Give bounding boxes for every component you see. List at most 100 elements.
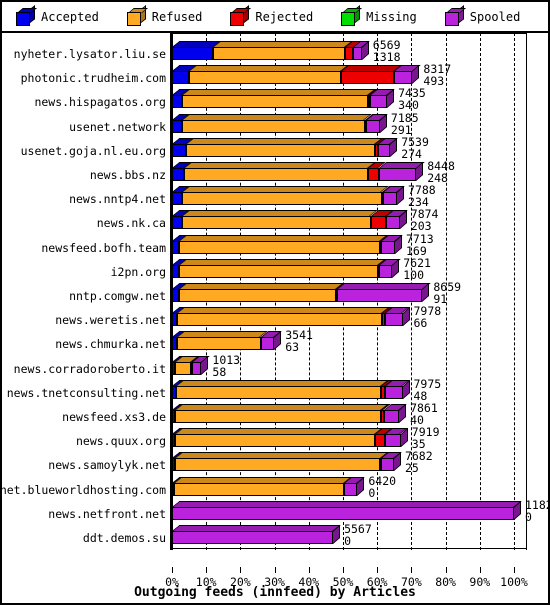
bar-row: 7874 203: [170, 208, 548, 232]
bar-segment-refused: [175, 434, 376, 448]
plot-bottom-rule: [172, 548, 526, 549]
bar-segment-spooled: [336, 289, 423, 302]
x-tick-mark: [206, 567, 208, 573]
y-axis-label: news.hispagatos.org: [34, 95, 166, 110]
bar-value-secondary: 58: [212, 364, 227, 379]
legend-item-missing: Missing: [341, 4, 417, 26]
cube-icon: [126, 4, 148, 26]
bar-segment-spooled: [172, 531, 334, 544]
y-axis-label: newsfeed.bofh.team: [41, 240, 166, 255]
y-axis-label: news.bbs.nz: [89, 168, 166, 182]
bar-segment-refused: [177, 337, 261, 351]
bar-segment-rejected: [368, 168, 379, 181]
bar-row: 7978 66: [170, 305, 548, 329]
y-axis-labels: nyheter.lysator.liu.se photonic.trudheim.…: [2, 33, 170, 567]
bar-value-secondary: 48: [413, 388, 428, 403]
bar-value-total: 7539: [401, 134, 429, 149]
bar-value-secondary: 169: [405, 243, 427, 258]
bar-segment-refused: [182, 216, 371, 230]
bar-value-total: 7621: [403, 255, 431, 270]
legend-label: Refused: [151, 9, 203, 24]
bar-segment-accepted: [172, 95, 183, 109]
bar-segment-accepted: [172, 289, 179, 302]
bar-segment-refused: [182, 95, 369, 109]
bar-value-total: 7185: [390, 110, 419, 125]
bar-segment-spooled: [344, 482, 358, 496]
bar-value-secondary: 25: [404, 461, 419, 476]
bar-value-total: 6420: [368, 473, 397, 488]
bar-segment-refused: [183, 168, 369, 181]
legend-item-rejected: Rejected: [230, 4, 313, 26]
bar-value-secondary: 291: [390, 122, 412, 137]
bar-row: 1013 58: [170, 354, 548, 379]
cube-icon: [341, 4, 363, 26]
legend-label: Accepted: [41, 9, 99, 24]
bar-segment-accepted: [172, 240, 179, 254]
bar-segment-refused: [175, 361, 192, 375]
bar-value-secondary: 100: [403, 267, 425, 282]
bar-segment-spooled: [380, 458, 394, 472]
bar-segment-spooled: [380, 240, 395, 254]
bar-end-cap: [274, 331, 282, 351]
y-axis-label: i2pn.org: [110, 264, 166, 279]
y-axis-label: usenet.blueworldhosting.com: [0, 482, 166, 497]
y-axis-label: photonic.trudheim.com: [20, 71, 166, 86]
bar-value-secondary: 493: [423, 74, 445, 89]
bar-segment-refused: [174, 458, 381, 472]
bar-value-secondary: 0: [525, 509, 532, 524]
bar-segment-refused: [176, 385, 382, 399]
x-tick-mark: [308, 567, 310, 573]
bar-value-secondary: 248: [427, 171, 448, 185]
bar-segment-accepted: [172, 119, 183, 133]
bar-segment-refused: [185, 143, 375, 157]
x-tick-mark: [411, 567, 413, 573]
y-axis-label: news.corradoroberto.it: [13, 361, 166, 376]
bar-segment-accepted: [172, 192, 183, 206]
bar-row: 7861 40: [170, 402, 548, 427]
bar-segment-refused: [178, 289, 337, 302]
chart-container: Accepted Refused Rejected Missing Spooled ny…: [0, 0, 550, 605]
bar-segment-spooled: [385, 313, 403, 327]
bar-segment-rejected: [344, 47, 354, 60]
bar-value-secondary: 274: [401, 146, 422, 161]
bar-segment-spooled: [393, 71, 413, 85]
bar-segment-spooled: [353, 47, 362, 60]
cube-icon: [230, 4, 252, 26]
bar-row: 5567 0: [170, 523, 548, 548]
bar-value-secondary: 40: [410, 413, 424, 427]
y-axis-label: nntp.comgw.net: [69, 289, 166, 303]
bar-value-secondary: 63: [285, 340, 300, 355]
bar-row: 7919 35: [170, 426, 548, 452]
bar-segment-spooled: [378, 143, 391, 157]
bar-value-total: 7713: [405, 231, 434, 246]
bar-end-cap: [387, 89, 395, 109]
bar-segment-refused: [177, 313, 382, 327]
legend-label: Spooled: [469, 9, 521, 24]
bar-value-secondary: 234: [408, 195, 429, 210]
y-axis-label: nyheter.lysator.liu.se: [13, 47, 166, 61]
bar-value-secondary: 0: [368, 485, 376, 500]
bar-value-secondary: 0: [344, 534, 352, 548]
bar-segment-accepted: [172, 168, 184, 181]
bar-segment-spooled: [370, 95, 388, 109]
y-axis-label: news.nntp4.net: [69, 192, 166, 207]
bar-segment-rejected: [340, 71, 394, 85]
y-axis-label: usenet.goja.nl.eu.org: [20, 143, 166, 158]
y-axis-label: news.weretis.net: [55, 313, 166, 328]
bar-value-secondary: 35: [411, 437, 426, 452]
bar-segment-refused: [178, 264, 378, 278]
legend-item-accepted: Accepted: [16, 4, 99, 26]
bar-row: 7621 100: [170, 257, 548, 282]
bar-row: 3541 63: [170, 329, 548, 355]
bar-row: 118210: [170, 499, 548, 524]
bar-segment-spooled: [385, 385, 403, 399]
x-tick-mark: [172, 567, 173, 573]
legend-label: Missing: [366, 9, 417, 24]
legend-item-spooled: Spooled: [444, 4, 521, 26]
bar-segment-refused: [175, 410, 382, 423]
x-tick-mark: [343, 567, 344, 573]
y-axis-label: news.samoylyk.net: [48, 458, 166, 473]
bar-segment-accepted: [172, 47, 214, 60]
cube-icon: [444, 4, 466, 26]
bar-row: 6569 1318: [170, 39, 548, 63]
